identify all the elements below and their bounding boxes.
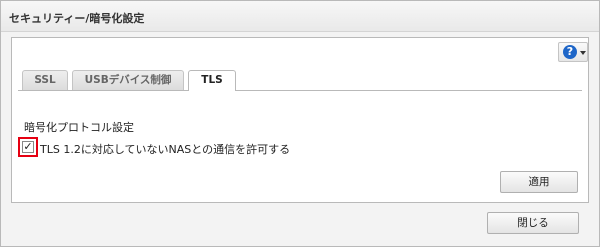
allow-non-tls12-label[interactable]: TLS 1.2に対応していないNASとの通信を許可する — [40, 141, 290, 157]
help-icon: ? — [563, 45, 577, 59]
chevron-down-icon — [580, 51, 586, 55]
tab-bar: SSL USBデバイス制御 TLS — [18, 70, 582, 91]
security-encryption-dialog: セキュリティー/暗号化設定 ? SSL USBデバイス制御 TLS 暗号化プロト… — [0, 0, 600, 247]
help-dropdown-button[interactable]: ? — [558, 42, 588, 62]
tab-tls[interactable]: TLS — [188, 70, 236, 91]
apply-button[interactable]: 適用 — [500, 171, 578, 193]
tab-ssl[interactable]: SSL — [22, 70, 68, 90]
close-button[interactable]: 閉じる — [487, 212, 579, 234]
allow-non-tls12-checkbox[interactable]: ✓ — [22, 141, 34, 153]
dialog-title-bar: セキュリティー/暗号化設定 — [1, 1, 599, 32]
encryption-protocol-heading: 暗号化プロトコル設定 — [24, 121, 134, 134]
settings-panel: ? SSL USBデバイス制御 TLS 暗号化プロトコル設定 ✓ TLS 1.2… — [11, 37, 589, 203]
tab-usb-device-control[interactable]: USBデバイス制御 — [72, 70, 184, 90]
dialog-title: セキュリティー/暗号化設定 — [9, 12, 145, 25]
tls-tab-panel: 暗号化プロトコル設定 ✓ TLS 1.2に対応していないNASとの通信を許可する… — [12, 92, 588, 202]
